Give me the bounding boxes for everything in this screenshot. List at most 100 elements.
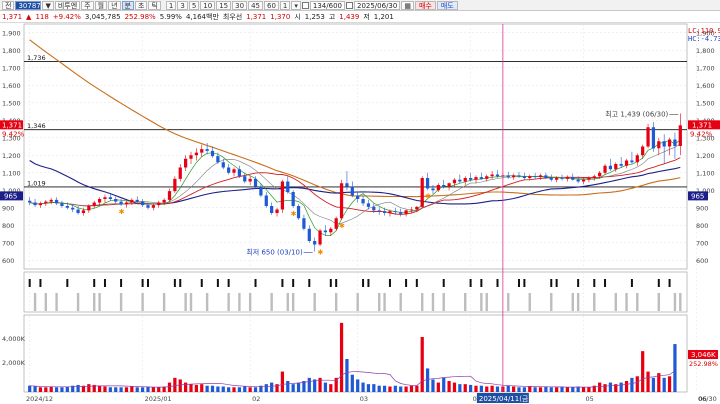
volume-panel[interactable] (23, 314, 688, 393)
calendar-icon[interactable]: ▦ (401, 0, 414, 10)
price-change: 118 (35, 13, 49, 21)
auto-checkbox[interactable] (301, 1, 309, 9)
candle-body (167, 191, 172, 200)
volume-bar (506, 385, 510, 392)
signal-bar-up (668, 279, 671, 287)
date-checkbox[interactable] (345, 1, 353, 9)
candle-body (232, 169, 236, 173)
candle-body (173, 178, 177, 192)
candle-body (549, 178, 553, 180)
candle-body (415, 206, 419, 210)
volume-bar (124, 387, 129, 392)
signal-bar-down (614, 293, 617, 311)
signal-bar-up (630, 279, 633, 287)
price-tick-right-12: 700 (696, 239, 708, 247)
interval-3[interactable]: 3 (177, 0, 188, 10)
period-day[interactable]: 주 (81, 0, 94, 10)
interval-45[interactable]: 45 (248, 0, 263, 10)
price-tick-11: 800 (2, 222, 14, 230)
candle-body (162, 199, 166, 203)
volume-bar (130, 386, 134, 392)
bid-price: 1,370 (270, 13, 291, 21)
interval-30[interactable]: 30 (232, 0, 248, 10)
signal-bar-down (44, 293, 48, 311)
volume-bar (157, 387, 161, 392)
signal-bar-down (189, 293, 193, 311)
signal-bar-down (291, 293, 295, 311)
volume-bar (624, 381, 629, 392)
candle-body (65, 206, 69, 208)
price-tick-12: 700 (2, 239, 14, 247)
volume-bar (221, 386, 225, 392)
signal-bar-up (103, 279, 106, 287)
interval-5[interactable]: 5 (188, 0, 200, 10)
period-tick[interactable]: 틱 (148, 0, 161, 10)
signal-bar-up (93, 279, 96, 287)
candle-body (630, 160, 634, 163)
volume-bar (339, 322, 344, 392)
signal-bar-up (555, 279, 558, 287)
high-annotation: 최고 1,439 (06/30) (605, 109, 668, 118)
signal-bar-up (405, 279, 408, 287)
stock-chart[interactable]: 1,900 1,9001,800 1,8001,700 1,7001,600 1,600… (0, 23, 720, 404)
period-week[interactable]: 월 (94, 0, 108, 10)
interval-custom[interactable]: 1 (279, 0, 291, 10)
price-tick-2: 1,700 (2, 64, 21, 72)
date-tick-2: 02 (252, 395, 260, 403)
period-minute[interactable]: 분 (121, 0, 134, 10)
signal-panel[interactable] (23, 271, 688, 313)
price-panel[interactable] (23, 23, 688, 270)
candle-body (409, 209, 414, 211)
volume-bar (44, 387, 48, 392)
candle-body (533, 176, 537, 178)
volume-bar (528, 386, 532, 392)
volume-bar (431, 379, 435, 392)
price-tick-right-8: 1,100 (696, 169, 715, 177)
candle-body (662, 141, 666, 147)
interval-1[interactable]: 1 (165, 0, 177, 10)
date-tick-3: 03 (360, 395, 368, 403)
volume-bar (194, 384, 198, 392)
candle-body (146, 205, 150, 208)
volume-bar (544, 386, 548, 392)
date-input[interactable]: 2025/06/30 (353, 0, 401, 10)
data-count-input[interactable]: 134/600 (309, 0, 345, 10)
candle-body (221, 162, 225, 168)
stock-code-input[interactable]: 307870 (15, 0, 45, 10)
period-month[interactable]: 년 (108, 0, 121, 10)
candle-body (614, 164, 618, 170)
volume-bar (232, 387, 236, 392)
volume-bar (76, 384, 80, 392)
candle-body (603, 165, 607, 173)
market-selector[interactable]: 전 (2, 0, 15, 10)
interval-10[interactable]: 10 (200, 0, 216, 10)
candle-body (140, 201, 145, 206)
volume-bar (635, 376, 639, 392)
buy-button[interactable]: 매수 (414, 0, 436, 10)
buy-signal-marker-2: ✱ (318, 248, 324, 256)
open-label: 시 (294, 13, 301, 21)
candle-body (667, 139, 672, 147)
candle-body (60, 203, 64, 206)
candle-body (264, 195, 268, 206)
interval-dropdown-icon[interactable]: ▾ (291, 0, 301, 10)
interval-60[interactable]: 60 (263, 0, 279, 10)
interval-15[interactable]: 15 (216, 0, 232, 10)
price-tick-right-13: 600 (696, 257, 708, 265)
candle-body (227, 167, 231, 173)
signal-bar-up (200, 279, 203, 287)
volume-bar (598, 382, 602, 392)
signal-bar-down (141, 293, 144, 311)
candle-body (485, 176, 489, 179)
volume-bar (103, 386, 107, 392)
volume-bar (291, 384, 295, 392)
date-tick-1: 2025/01 (145, 395, 172, 403)
search-icon[interactable]: ▼ (42, 0, 54, 10)
candle-body (512, 175, 516, 178)
candle-body (184, 158, 188, 168)
candle-body (194, 152, 198, 156)
sell-button[interactable]: 매도 (436, 0, 458, 10)
candle-body (356, 195, 360, 199)
period-second[interactable]: 초 (134, 0, 148, 10)
signal-bar-up (66, 279, 69, 287)
